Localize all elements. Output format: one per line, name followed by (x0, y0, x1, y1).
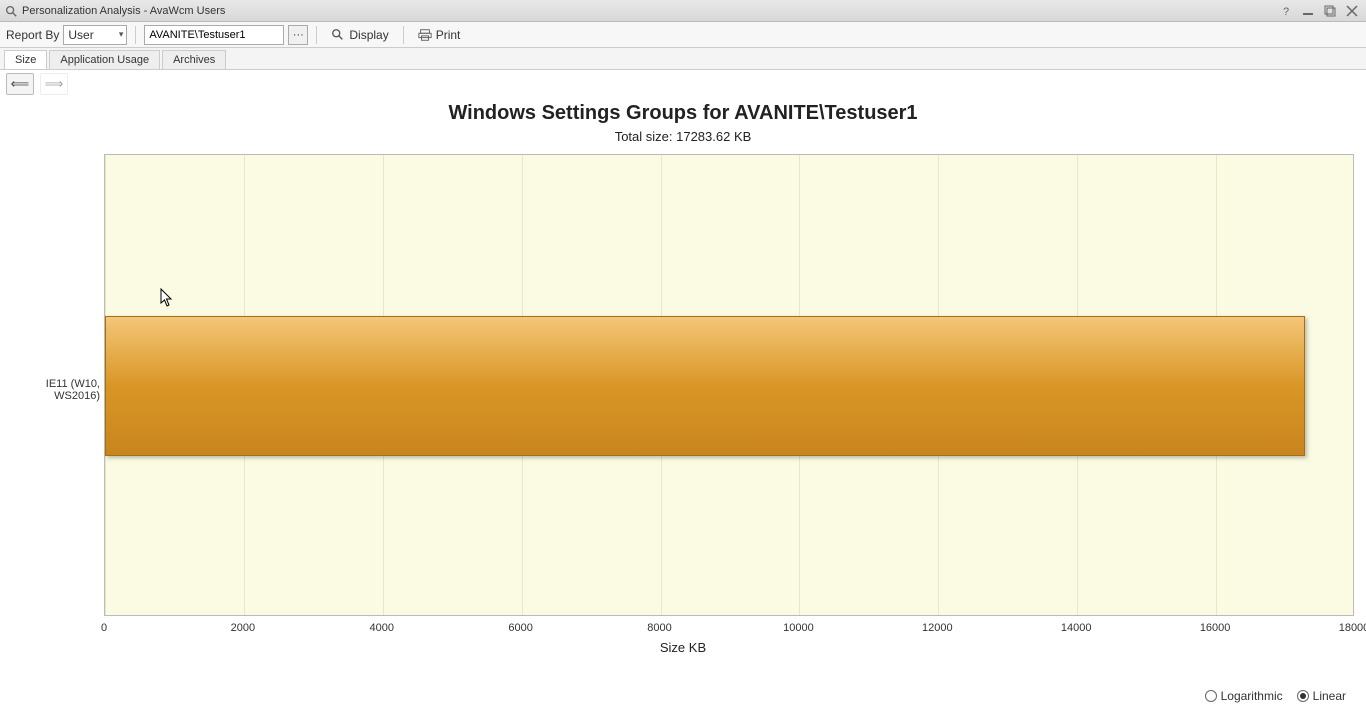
scale-logarithmic-radio[interactable]: Logarithmic (1205, 689, 1283, 703)
x-tick: 2000 (231, 622, 255, 634)
x-tick: 10000 (783, 622, 814, 634)
chart-zone: Windows Settings Groups for AVANITE\Test… (0, 102, 1366, 674)
x-tick: 8000 (647, 622, 671, 634)
x-tick: 6000 (508, 622, 532, 634)
nav-forward-button[interactable]: ⟹ (40, 73, 68, 95)
print-button[interactable]: Print (412, 25, 467, 45)
titlebar: Personalization Analysis - AvaWcm Users … (0, 0, 1366, 22)
tab-application-usage[interactable]: Application Usage (49, 50, 160, 69)
maximize-button[interactable] (1320, 3, 1340, 19)
display-label: Display (349, 28, 388, 42)
y-axis-category: IE11 (W10, WS2016) (8, 378, 100, 402)
arrow-right-icon: ⟹ (45, 76, 64, 92)
print-label: Print (436, 28, 461, 42)
separator (135, 26, 136, 44)
radio-icon (1205, 690, 1217, 702)
report-by-value: User (68, 28, 93, 42)
arrow-left-icon: ⟸ (11, 76, 30, 92)
display-button[interactable]: Display (325, 25, 394, 45)
x-tick: 18000 (1339, 622, 1366, 634)
chart-title: Windows Settings Groups for AVANITE\Test… (0, 102, 1366, 125)
tabs: Size Application Usage Archives (0, 48, 1366, 70)
scale-lin-label: Linear (1313, 689, 1346, 703)
chevron-down-icon: ▾ (119, 29, 124, 40)
help-icon[interactable]: ? (1276, 3, 1296, 19)
minimize-button[interactable] (1298, 3, 1318, 19)
separator (403, 26, 404, 44)
report-by-label: Report By (6, 28, 59, 42)
print-icon (418, 28, 432, 42)
toolbar: Report By User ▾ ··· Display Print (0, 22, 1366, 48)
radio-icon (1297, 690, 1309, 702)
browse-button[interactable]: ··· (288, 25, 308, 45)
nav-back-button[interactable]: ⟸ (6, 73, 34, 95)
svg-text:?: ? (1283, 6, 1289, 17)
nav-row: ⟸ ⟹ (0, 70, 1366, 98)
x-tick: 14000 (1061, 622, 1092, 634)
chart-subtitle: Total size: 17283.62 KB (0, 129, 1366, 144)
chart-bar[interactable] (105, 316, 1305, 456)
scale-log-label: Logarithmic (1221, 689, 1283, 703)
x-tick: 12000 (922, 622, 953, 634)
close-button[interactable] (1342, 3, 1362, 19)
plot-area (104, 154, 1354, 616)
chart-plot: IE11 (W10, WS2016) Size KB 0 2000 4000 6000… (0, 154, 1366, 674)
x-tick: 16000 (1200, 622, 1231, 634)
search-icon (331, 28, 345, 42)
app-icon (4, 4, 18, 18)
separator (316, 26, 317, 44)
tab-archives[interactable]: Archives (162, 50, 226, 69)
scale-selector: Logarithmic Linear (1205, 689, 1346, 703)
target-input[interactable] (144, 25, 284, 45)
x-tick: 0 (101, 622, 107, 634)
scale-linear-radio[interactable]: Linear (1297, 689, 1346, 703)
window-title: Personalization Analysis - AvaWcm Users (22, 5, 1274, 17)
x-tick: 4000 (370, 622, 394, 634)
x-axis-label: Size KB (660, 640, 706, 655)
tab-size[interactable]: Size (4, 50, 47, 69)
report-by-select[interactable]: User ▾ (63, 25, 127, 45)
